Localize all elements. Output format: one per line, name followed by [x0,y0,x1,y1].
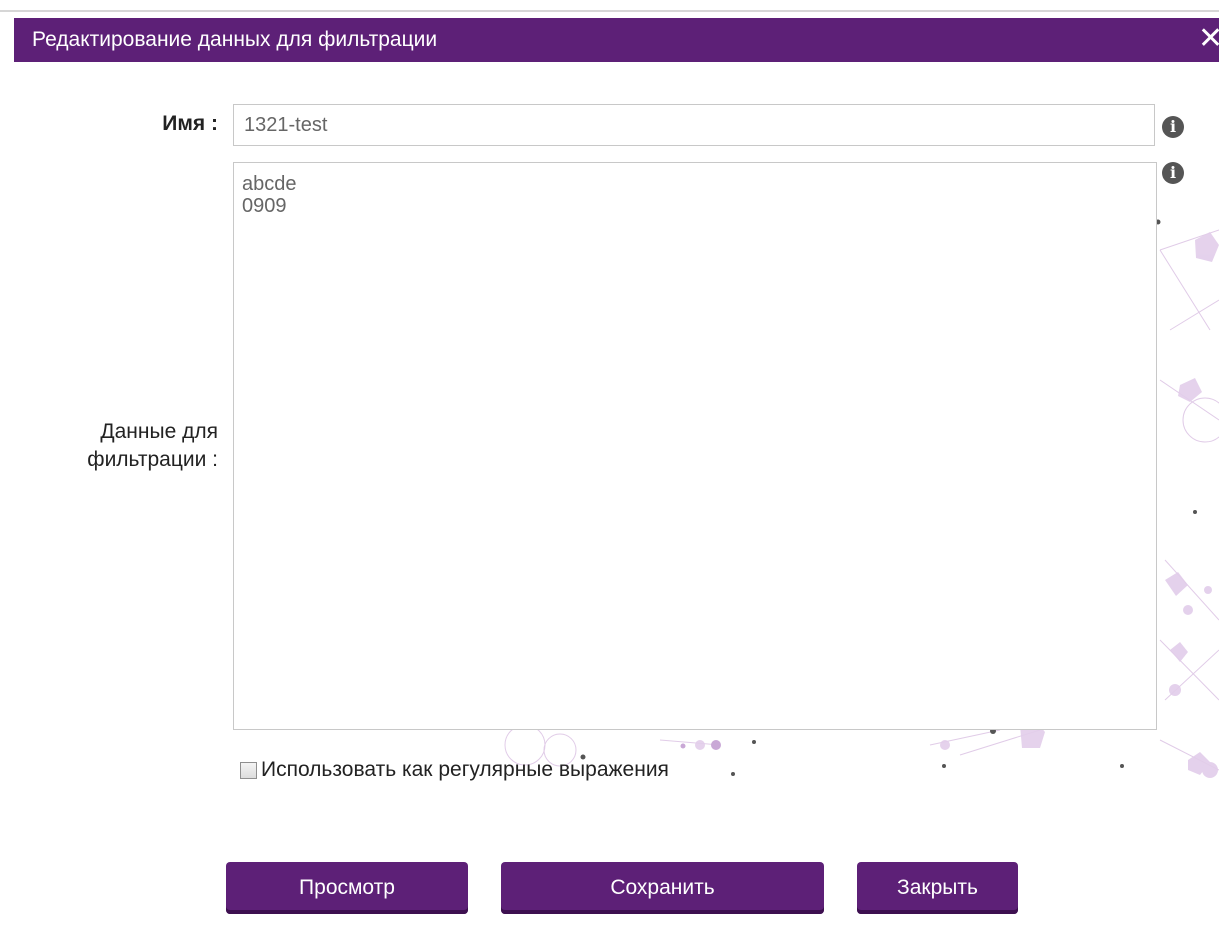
filter-data-textarea[interactable] [233,162,1157,730]
filter-data-label: Данные для фильтрации : [40,418,218,474]
name-label: Имя : [162,112,218,135]
top-divider [0,0,1219,12]
close-icon[interactable]: ✕ [1198,24,1219,54]
name-input[interactable] [233,104,1155,146]
info-icon[interactable]: i [1162,162,1184,184]
regex-option[interactable]: Использовать как регулярные выражения [240,757,669,783]
preview-button[interactable]: Просмотр [226,862,468,914]
regex-checkbox[interactable] [240,761,257,779]
filter-data-label-line1: Данные для [100,420,218,443]
filter-data-label-line2: фильтрации : [87,448,218,471]
regex-checkbox-label[interactable]: Использовать как регулярные выражения [261,758,669,782]
dialog-titlebar: Редактирование данных для фильтрации ✕ [14,18,1219,62]
dialog-title: Редактирование данных для фильтрации [32,28,438,51]
info-icon[interactable]: i [1162,116,1184,138]
close-button[interactable]: Закрыть [857,862,1018,914]
save-button[interactable]: Сохранить [501,862,824,914]
